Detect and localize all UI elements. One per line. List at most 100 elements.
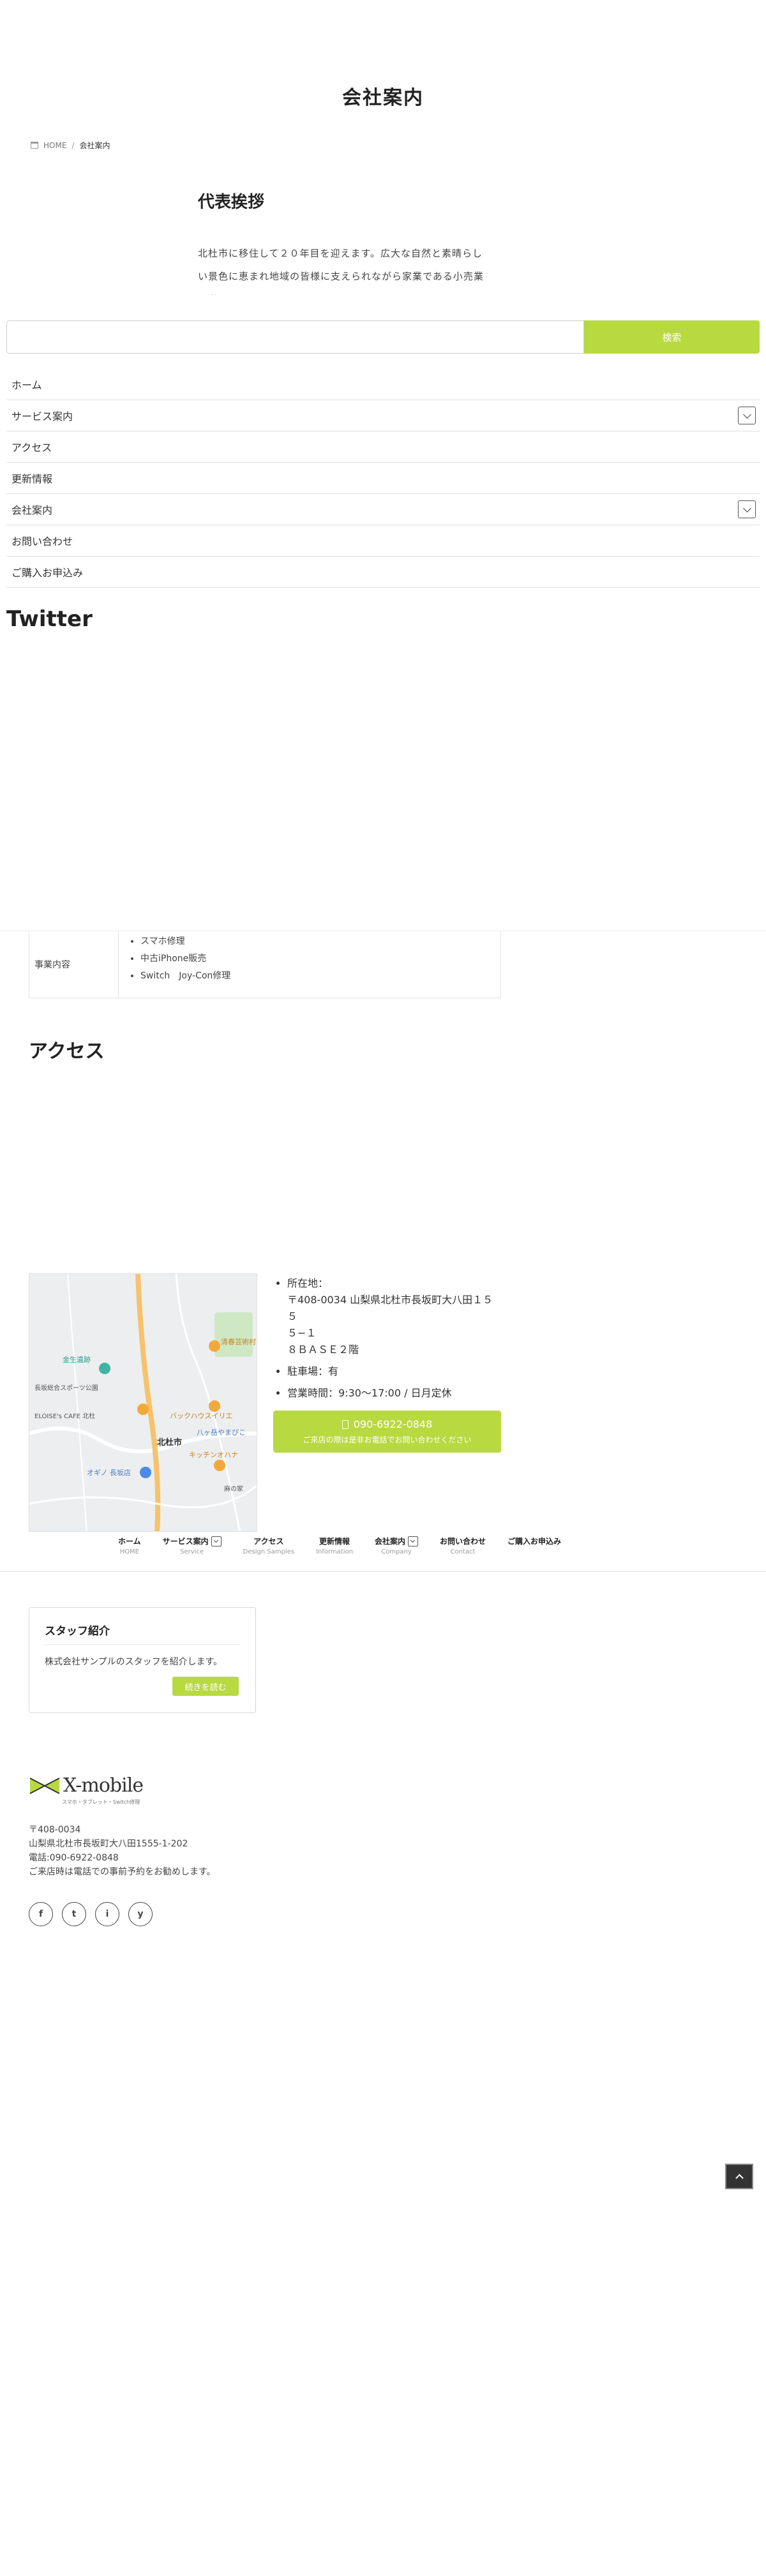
submenu-toggle-service[interactable]: [738, 407, 756, 424]
twitter-icon[interactable]: t: [62, 1902, 86, 1926]
footer-nav-label: ホーム: [118, 1537, 141, 1546]
chevron-down-icon: [214, 1538, 219, 1543]
footer-nav-sub: Company: [381, 1548, 412, 1555]
map-pin-icon: [99, 1363, 110, 1374]
map-park: [214, 1312, 253, 1357]
footer-divider: [0, 1571, 766, 1572]
address-label: 所在地：: [287, 1277, 329, 1289]
staff-card: スタッフ紹介 株式会社サンプルのスタッフを紹介します。 続きを読む: [29, 1607, 256, 1713]
drawer-item-purchase[interactable]: ご購入お申込み: [6, 557, 760, 588]
business-table: 事業内容 スマホ修理 中古iPhone販売 Switch Joy-Con修理: [29, 931, 501, 998]
footer-street: 山梨県北杜市長坂町大八田1555-1-202: [29, 1839, 188, 1849]
map-label: 金生遺跡: [63, 1355, 91, 1364]
breadcrumb-separator: /: [71, 140, 75, 150]
drawer-item-label: 更新情報: [11, 473, 53, 485]
footer-submenu-toggle-company[interactable]: [407, 1536, 418, 1546]
drawer-item-company[interactable]: 会社案内: [6, 494, 760, 525]
map-label: オギノ 長坂店: [87, 1468, 131, 1477]
business-item: スマホ修理: [140, 933, 230, 950]
business-item: Switch Joy-Con修理: [140, 968, 230, 985]
tel-number-row: 090-6922-0848: [342, 1418, 433, 1430]
chevron-down-icon: [410, 1538, 416, 1543]
footer-phone: 電話:090-6922-0848: [29, 1853, 119, 1863]
access-hours: 営業時間：9:30〜17:00 / 日月定休: [287, 1385, 503, 1402]
footer-nav-contact[interactable]: お問い合わせ Contact: [440, 1536, 486, 1555]
drawer-item-label: ホーム: [11, 379, 42, 391]
drawer-item-label: 会社案内: [11, 504, 53, 516]
submenu-toggle-company[interactable]: [738, 500, 756, 518]
footer-nav-label: アクセス: [253, 1537, 284, 1546]
phone-icon: [342, 1419, 349, 1429]
footer-address: 〒408-0034 山梨県北杜市長坂町大八田1555-1-202 電話:090-…: [29, 1823, 216, 1879]
map-pin-icon: [209, 1340, 220, 1352]
tel-button[interactable]: 090-6922-0848 ご来店の際は是非お電話でお問い合わせください: [273, 1411, 501, 1453]
drawer-nav: ホーム サービス案内 アクセス 更新情報 会社案内 お問い合わせ ご購入お申込み: [6, 369, 760, 588]
drawer-item-label: サービス案内: [11, 410, 73, 423]
drawer-item-access[interactable]: アクセス: [6, 431, 760, 463]
business-item: 中古iPhone販売: [140, 950, 230, 968]
staff-card-text: 株式会社サンプルのスタッフを紹介します。: [45, 1657, 223, 1667]
breadcrumb-home-link[interactable]: HOME: [43, 141, 66, 150]
footer-nav-sub: HOME: [119, 1548, 139, 1555]
footer-nav-label: ご購入お申込み: [507, 1537, 562, 1546]
read-more-button[interactable]: 続きを読む: [172, 1677, 239, 1696]
greeting-body: 北杜市に移住して２０年目を迎えます。広大な自然と素晴らしい景色に恵まれ地域の皆様…: [198, 248, 484, 295]
footer-nav-sub: Service: [180, 1548, 204, 1555]
instagram-icon[interactable]: i: [95, 1902, 119, 1926]
drawer-item-label: ご購入お申込み: [11, 567, 84, 579]
address-line: ８ＢＡＳＥ２階: [287, 1344, 359, 1356]
footer-nav-home[interactable]: ホーム HOME: [118, 1536, 141, 1555]
footer-nav-access[interactable]: アクセス Design Samples: [243, 1536, 294, 1555]
access-map[interactable]: 金生遺跡 長坂総合スポーツ公園 清春芸術村 バックハウスイリエ ELOISE's…: [29, 1273, 257, 1532]
map-label: 清春芸術村: [221, 1337, 256, 1346]
greeting-section: 代表挨拶 北杜市に移住して２０年目を迎えます。広大な自然と素晴らしい景色に恵まれ…: [198, 189, 485, 295]
address-line: 〒408-0034 山梨県北杜市長坂町大八田１５５: [287, 1294, 493, 1322]
drawer-item-service[interactable]: サービス案内: [6, 400, 760, 431]
drawer-item-contact[interactable]: お問い合わせ: [6, 525, 760, 557]
breadcrumb: HOME / 会社案内: [31, 140, 110, 151]
map-pin-icon: [209, 1400, 220, 1412]
footer-nav-label: 会社案内: [374, 1537, 405, 1546]
access-parking: 駐車場：有: [287, 1363, 503, 1380]
chevron-down-icon: [742, 410, 751, 419]
drawer-item-news[interactable]: 更新情報: [6, 463, 760, 494]
logo-icon: [29, 1777, 60, 1794]
search-input[interactable]: [6, 320, 584, 354]
map-graphic: 金生遺跡 長坂総合スポーツ公園 清春芸術村 バックハウスイリエ ELOISE's…: [29, 1274, 257, 1531]
chevron-up-icon: [735, 2174, 744, 2182]
tel-note: ご来店の際は是非お電話でお問い合わせください: [303, 1435, 472, 1444]
drawer-item-label: お問い合わせ: [11, 535, 73, 548]
map-label: 長坂総合スポーツ公園: [34, 1384, 98, 1392]
tel-number: 090-6922-0848: [353, 1418, 433, 1430]
access-address: 所在地： 〒408-0034 山梨県北杜市長坂町大八田１５５ ５−１ ８ＢＡＳＥ…: [287, 1275, 503, 1358]
chevron-down-icon: [742, 504, 751, 513]
footer-nav-row: サービス案内: [163, 1536, 222, 1546]
footer-nav-company[interactable]: 会社案内 Company: [375, 1536, 418, 1555]
footer-nav-sub: Design Samples: [243, 1548, 295, 1555]
map-label: キッチンオハナ: [189, 1451, 238, 1459]
breadcrumb-current: 会社案内: [79, 141, 110, 150]
footer-logo[interactable]: X-mobile スマホ・タブレット・Switch修理: [29, 1774, 144, 1805]
staff-card-title: スタッフ紹介: [45, 1622, 240, 1645]
drawer-item-home[interactable]: ホーム: [6, 369, 760, 400]
footer-nav-service[interactable]: サービス案内 Service: [163, 1536, 222, 1555]
footer-submenu-toggle-service[interactable]: [211, 1536, 222, 1546]
map-label: 北杜市: [157, 1437, 182, 1448]
search-button[interactable]: 検索: [584, 320, 760, 354]
page-title: 会社案内: [342, 87, 424, 109]
logo-subtitle: スマホ・タブレット・Switch修理: [62, 1799, 140, 1805]
facebook-icon[interactable]: f: [29, 1902, 53, 1926]
back-to-top-button[interactable]: [725, 2164, 753, 2189]
access-info-list: 所在地： 〒408-0034 山梨県北杜市長坂町大八田１５５ ５−１ ８ＢＡＳＥ…: [273, 1275, 503, 1402]
home-icon: [31, 142, 38, 149]
social-icons: f t i y: [29, 1902, 153, 1926]
footer-nav-news[interactable]: 更新情報 Information: [316, 1536, 353, 1555]
footer-nav-purchase[interactable]: ご購入お申込み: [507, 1536, 561, 1548]
map-label: 麻の家: [224, 1485, 243, 1493]
search-form: 検索: [6, 320, 760, 354]
youtube-icon[interactable]: y: [128, 1902, 153, 1926]
access-info: 所在地： 〒408-0034 山梨県北杜市長坂町大八田１５５ ５−１ ８ＢＡＳＥ…: [273, 1275, 503, 1453]
address-line: ５−１: [287, 1327, 317, 1339]
footer-nav-sub: Contact: [450, 1548, 476, 1555]
footer-nav: ホーム HOME サービス案内 Service アクセス Design Samp…: [118, 1536, 583, 1555]
